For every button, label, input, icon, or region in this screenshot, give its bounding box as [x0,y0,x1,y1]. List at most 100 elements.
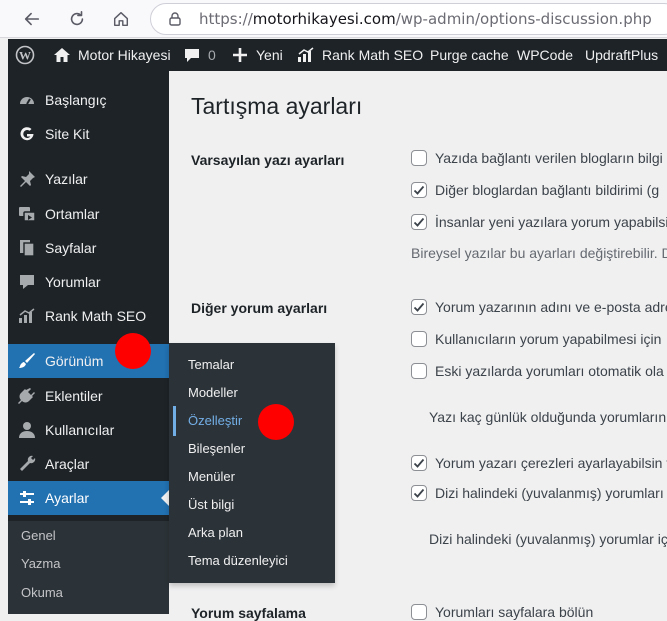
sidebar-item-users[interactable]: Kullanıcılar [8,413,169,447]
checkbox-registration-required[interactable] [411,331,427,347]
updraftplus-link[interactable]: UpdraftPlus [585,39,658,71]
checkbox-pingback-notify[interactable] [411,182,427,198]
pushpin-icon [20,171,35,187]
flyout-item-menus[interactable]: Menüler [188,469,235,484]
flyout-item-themes[interactable]: Temalar [188,357,234,372]
back-button[interactable] [19,6,45,32]
checkbox-allow-comments[interactable] [411,214,427,230]
annotation-dot [115,333,151,369]
checkbox-label[interactable]: Yorumları sayfalara bölün [435,604,593,620]
checkmark-icon [413,185,425,195]
checkbox-label[interactable]: Yorum yazarı çerezleri ayarlayabilsin v [435,455,667,471]
checkbox-row: Yazıda bağlantı verilen blogların bilgi [411,150,663,166]
flyout-item-customize[interactable]: Özelleştir [188,413,242,428]
checkbox-label[interactable]: Dizi halindeki (yuvalanmış) yorumları [435,485,664,501]
checkbox-row: Dizi halindeki (yuvalanmış) yorumları [411,485,664,501]
submenu-item-reading[interactable]: Okuma [21,585,63,600]
rank-math-label: Rank Math SEO [322,47,424,63]
sidebar-item-label: Sayfalar [45,240,97,256]
new-content-link[interactable]: Yeni [230,39,283,71]
checkmark-icon [413,302,425,312]
sidebar-item-site-kit[interactable]: Site Kit [8,117,169,151]
checkbox-label[interactable]: Kullanıcıların yorum yapabilmesi için [435,331,661,347]
rank-math-icon [298,47,314,62]
new-label: Yeni [256,47,283,63]
checkbox-cookies-opt-in[interactable] [411,455,427,471]
page-title: Tartışma ayarları [191,93,363,119]
sidebar-item-label: Kullanıcılar [45,422,115,438]
wpcode-link[interactable]: WPCode [517,39,573,71]
checkbox-label[interactable]: Yazıda bağlantı verilen blogların bilgi [435,150,663,166]
current-item-marker [173,406,176,436]
sidebar-item-comments[interactable]: Yorumlar [8,265,169,299]
sidebar-item-media[interactable]: Ortamlar [8,197,169,231]
comment-bubble-icon [20,275,34,289]
description-note: Bireysel yazılar bu ayarları değiştirebi… [411,245,667,261]
reload-icon [70,10,84,26]
checkbox-label[interactable]: Diğer bloglardan bağlantı bildirimi (g [435,182,659,198]
checkbox-row: Eski yazılarda yorumları otomatik ola [411,363,664,379]
checkbox-row: Yorumları sayfalara bölün [411,604,593,620]
wrench-icon [20,455,36,471]
settings-sliders-icon [20,491,34,505]
sidebar-item-dashboard[interactable]: Başlangıç [8,83,169,117]
sidebar-item-settings[interactable]: Ayarlar [8,481,169,515]
sidebar-item-label: Site Kit [45,126,90,142]
plus-icon [233,48,247,62]
submenu-item-general[interactable]: Genel [21,528,56,543]
flyout-item-patterns[interactable]: Modeller [188,385,238,400]
sidebar-item-posts[interactable]: Yazılar [8,162,169,196]
sidebar-item-label: Rank Math SEO [45,308,147,324]
checkbox-row: Diğer bloglardan bağlantı bildirimi (g [411,182,659,198]
google-g-icon [20,127,34,141]
checkbox-row: Yorum yazarı çerezleri ayarlayabilsin v [411,455,667,471]
checkbox-label[interactable]: İnsanlar yeni yazılara yorum yapabilsi [435,214,667,230]
sidebar-item-pages[interactable]: Sayfalar [8,231,169,265]
home-icon [54,48,70,62]
wordpress-logo-icon: W [15,45,35,65]
checkbox-pingback[interactable] [411,150,427,166]
sidebar-item-rank-math[interactable]: Rank Math SEO [8,299,169,333]
paintbrush-icon [19,353,35,368]
reload-button[interactable] [64,6,90,32]
browser-toolbar: https://motorhikayesi.com/wp-admin/optio… [0,0,667,38]
sidebar-item-label: Yorumlar [45,274,101,290]
home-button[interactable] [108,6,134,32]
svg-text:W: W [19,49,31,63]
purge-cache-link[interactable]: Purge cache [430,39,509,71]
updraftplus-label: UpdraftPlus [585,47,659,63]
sidebar-item-label: Ayarlar [45,490,90,506]
flyout-item-widgets[interactable]: Bileşenler [188,441,245,456]
address-bar[interactable]: https://motorhikayesi.com/wp-admin/optio… [150,3,667,35]
user-icon [19,422,35,438]
checkbox-label[interactable]: Yorum yazarının adını ve e-posta adre [435,299,667,315]
checkbox-row: İnsanlar yeni yazılara yorum yapabilsi [411,214,667,230]
checkmark-icon [413,458,425,468]
sidebar-item-plugins[interactable]: Eklentiler [8,379,169,413]
rank-math-link[interactable]: Rank Math SEO [296,39,423,71]
checkbox-label[interactable]: Eski yazılarda yorumları otomatik ola [435,363,664,379]
sidebar-item-tools[interactable]: Araçlar [8,447,169,481]
arrow-left-icon [24,12,40,26]
checkbox-require-name-email[interactable] [411,299,427,315]
dashboard-gauge-icon [20,97,34,105]
comments-link[interactable]: 0 [182,39,216,71]
flyout-item-theme-editor[interactable]: Tema düzenleyici [188,553,288,568]
section-label-comment-paging: Yorum sayfalama [191,605,306,621]
checkbox-page-comments[interactable] [411,604,427,620]
submenu-item-writing[interactable]: Yazma [21,556,61,571]
checkbox-threaded-comments[interactable] [411,485,427,501]
sidebar-item-label: Yazılar [45,171,88,187]
checkbox-close-old-comments[interactable] [411,363,427,379]
annotation-dot [258,404,294,440]
flyout-item-header[interactable]: Üst bilgi [188,497,234,512]
site-name-link[interactable]: Motor Hikayesi [52,39,171,71]
home-icon [113,11,129,27]
flyout-item-background[interactable]: Arka plan [188,525,243,540]
appearance-flyout-menu: Temalar Modeller Özelleştir Bileşenler M… [169,343,335,583]
checkbox-row: Kullanıcıların yorum yapabilmesi için [411,331,661,347]
wordpress-logo-button[interactable]: W [15,39,41,71]
media-icon [19,207,36,222]
sidebar-item-label: Ortamlar [45,206,100,222]
wp-admin-bar: W Motor Hikayesi 0 Yeni Rank Math SEO Pu… [8,39,667,71]
